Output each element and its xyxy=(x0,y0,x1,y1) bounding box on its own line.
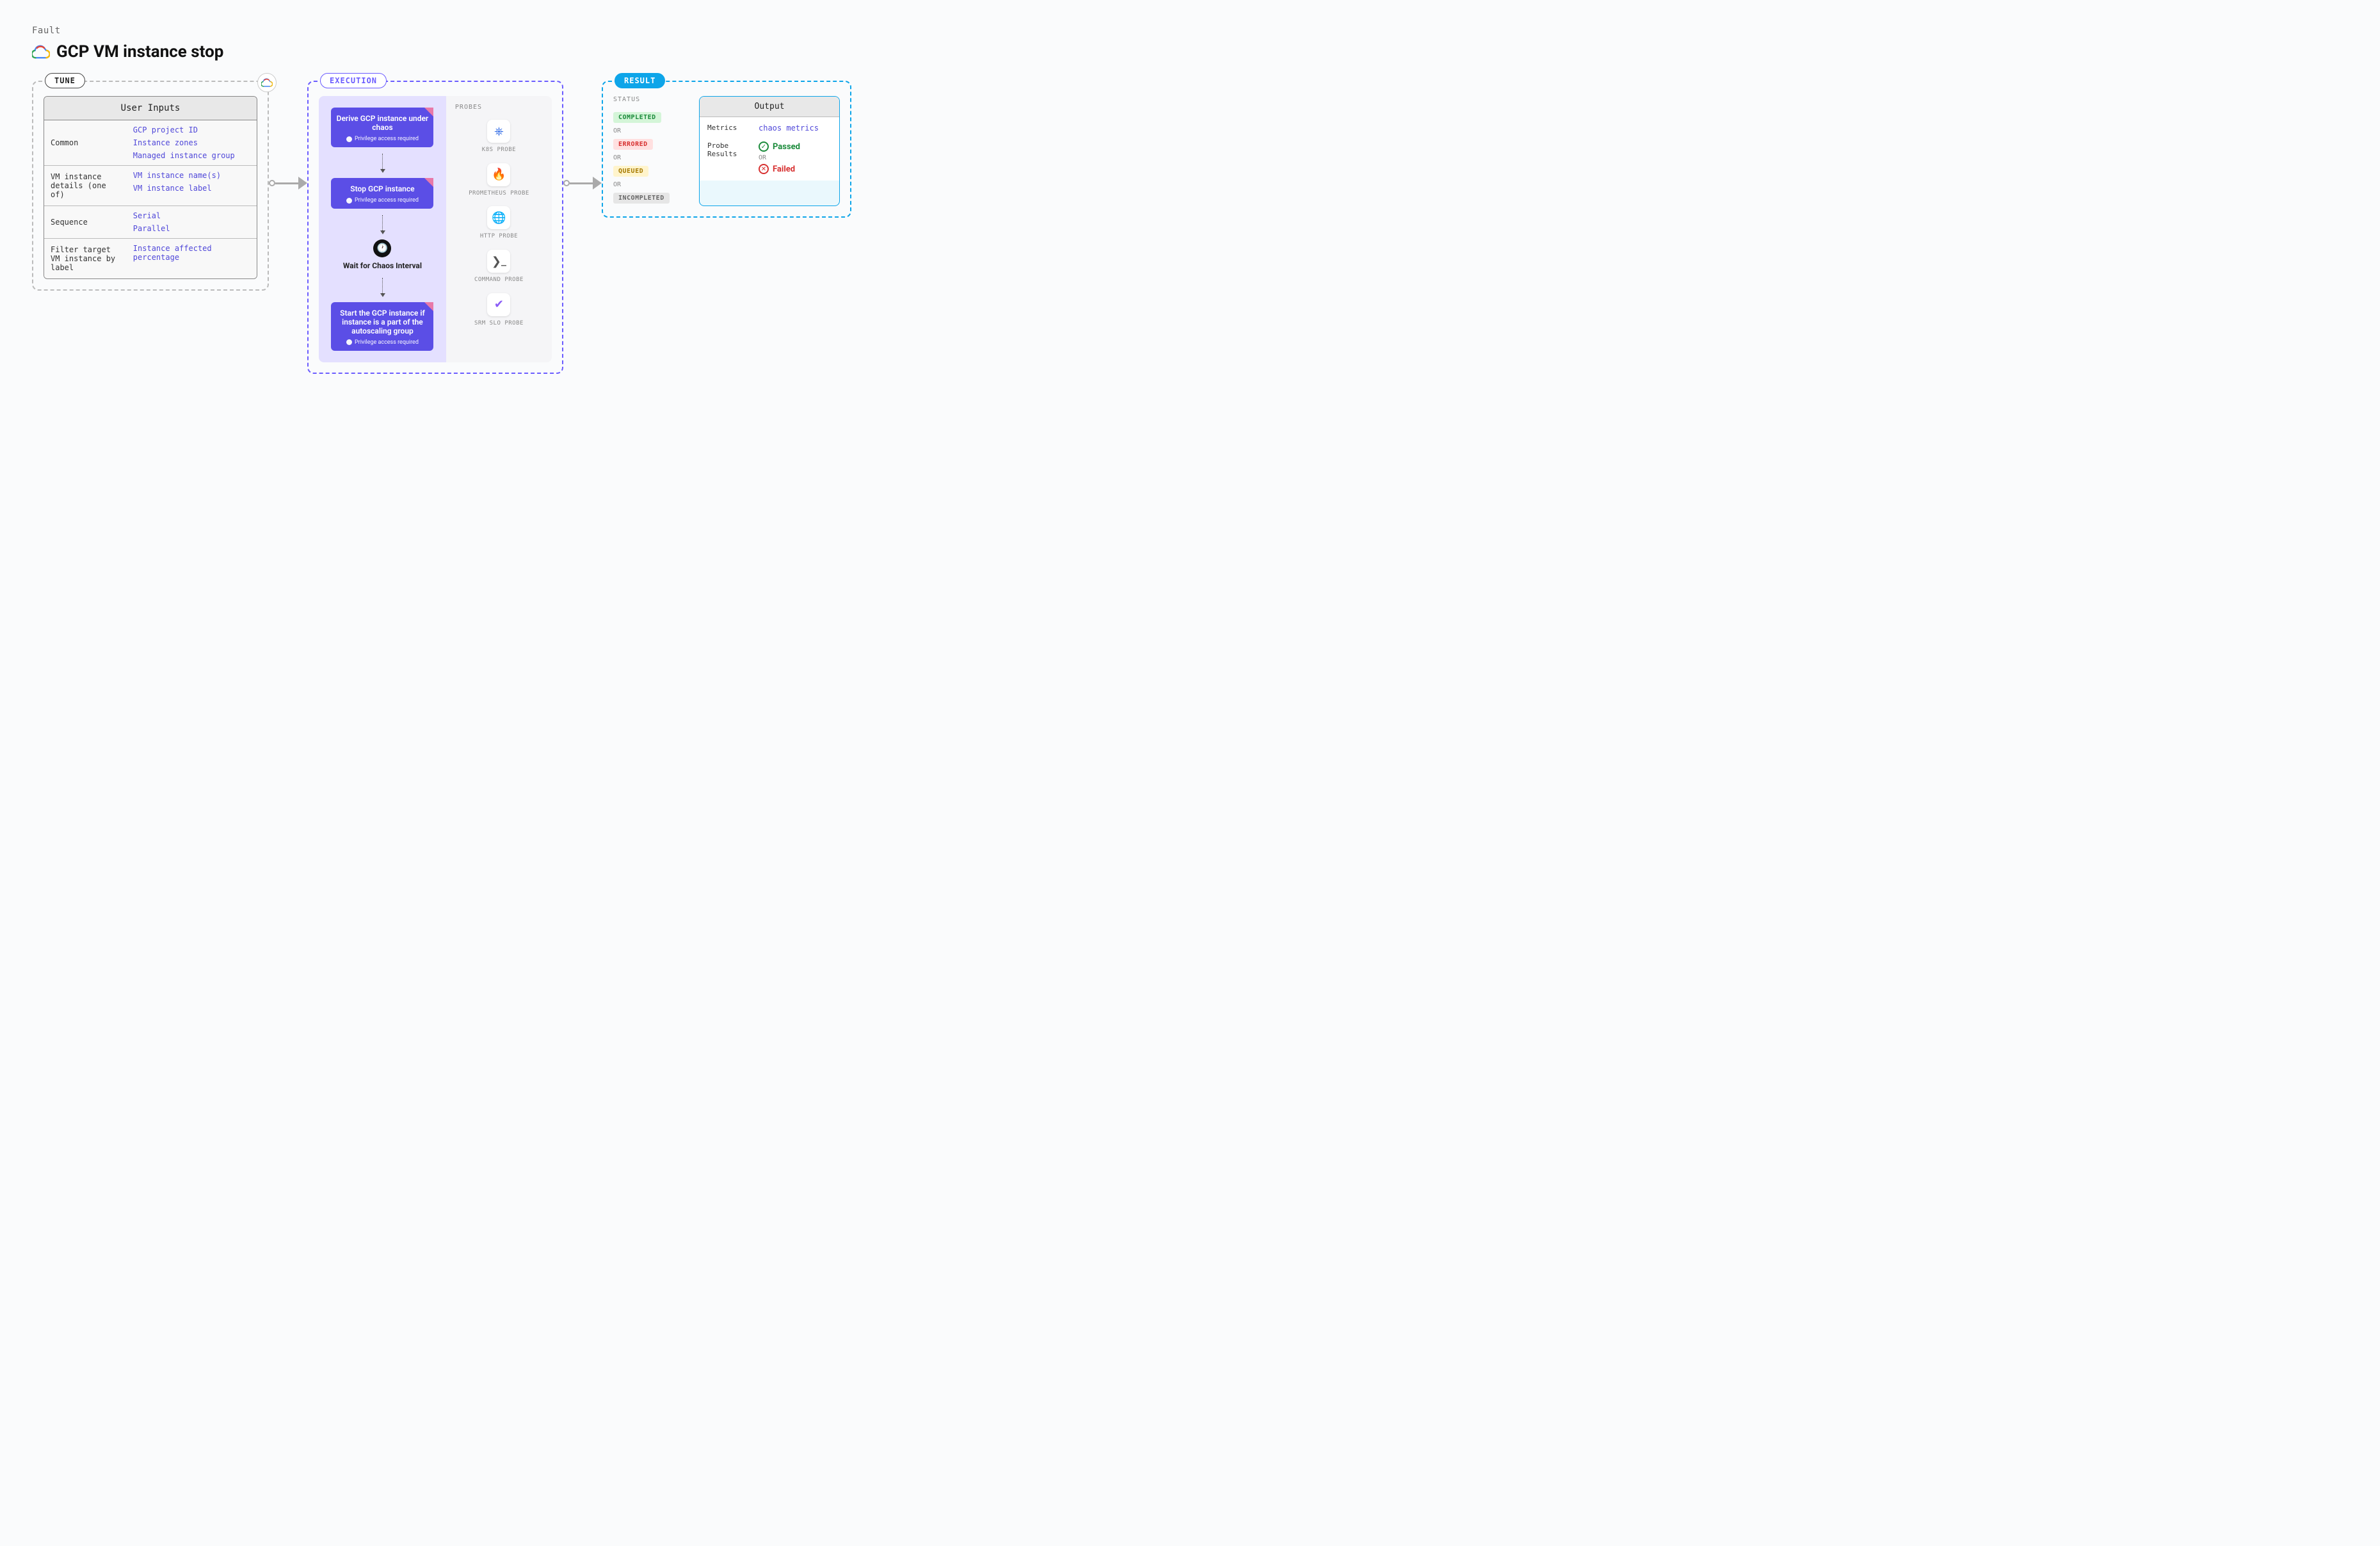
inputs-row: Sequence Serial Parallel xyxy=(44,206,257,239)
page-title: GCP VM instance stop xyxy=(56,42,223,61)
header: Fault GCP VM instance stop xyxy=(32,26,2348,61)
input-value: Instance zones xyxy=(133,138,253,147)
x-icon: ✕ xyxy=(759,164,769,174)
wait-block: 🕐 Wait for Chaos Interval xyxy=(343,239,422,271)
inputs-key: VM instance details (one of) xyxy=(44,166,129,205)
prom-icon: 🔥 xyxy=(487,163,510,186)
privilege-label: Privilege access required xyxy=(336,339,428,346)
privilege-label: Privilege access required xyxy=(336,197,428,204)
input-value: Serial xyxy=(133,211,253,220)
input-value: Managed instance group xyxy=(133,151,253,160)
down-arrow-icon xyxy=(382,215,383,233)
input-value: GCP project ID xyxy=(133,125,253,134)
tune-tab: TUNE xyxy=(45,73,85,88)
diagram-canvas: TUNE User Inputs CommonGCP project IDIns… xyxy=(32,81,2348,374)
wait-label: Wait for Chaos Interval xyxy=(343,261,422,271)
http-icon: 🌐 xyxy=(487,206,510,229)
input-value: Instance affected percentage xyxy=(133,244,253,262)
connector-arrow xyxy=(269,177,307,189)
down-arrow-icon xyxy=(382,154,383,172)
execution-step: Stop GCP instancePrivilege access requir… xyxy=(331,178,433,209)
inputs-values: Instance affected percentage xyxy=(129,239,257,278)
passed-result: ✓ Passed xyxy=(759,141,800,152)
tune-panel: TUNE User Inputs CommonGCP project IDIns… xyxy=(32,81,269,291)
probe-item: 🔥 PROMETHEUS PROBE xyxy=(469,163,529,198)
probe-label: SRM SLO PROBE xyxy=(474,320,524,328)
user-inputs-header: User Inputs xyxy=(44,97,257,120)
input-value: VM instance label xyxy=(133,184,253,193)
probe-label: PROMETHEUS PROBE xyxy=(469,190,529,198)
output-box: Output Metrics chaos metrics Probe Resul… xyxy=(699,96,840,206)
execution-steps: Derive GCP instance under chaosPrivilege… xyxy=(319,96,446,362)
inputs-row: Common GCP project ID Instance zones Manage… xyxy=(44,120,257,166)
or-label: OR xyxy=(613,154,690,161)
inputs-key: Common xyxy=(44,120,129,165)
input-value: Parallel xyxy=(133,224,253,233)
failed-result: ✕ Failed xyxy=(759,164,800,174)
status-badge: ERRORED xyxy=(613,139,653,150)
probes-label: PROBES xyxy=(455,104,482,111)
probe-label: K8S PROBE xyxy=(482,147,516,154)
inputs-row: Filter target VM instance by labelInstan… xyxy=(44,239,257,278)
or-label: OR xyxy=(613,127,690,134)
down-arrow-icon xyxy=(382,278,383,296)
result-tab: RESULT xyxy=(615,73,665,88)
input-value: VM instance name(s) xyxy=(133,171,253,180)
slo-icon: ✔ xyxy=(487,293,510,316)
output-header: Output xyxy=(700,97,839,117)
inputs-key: Filter target VM instance by label xyxy=(44,239,129,278)
execution-step: Derive GCP instance under chaosPrivilege… xyxy=(331,108,433,147)
probe-item: 🌐 HTTP PROBE xyxy=(480,206,518,241)
probe-item: ⎈ K8S PROBE xyxy=(482,120,516,154)
status-badge: COMPLETED xyxy=(613,112,661,123)
status-badge: INCOMPLETED xyxy=(613,193,670,204)
clock-icon: 🕐 xyxy=(373,239,391,257)
status-badge: QUEUED xyxy=(613,166,648,177)
probe-item: ❯_ COMMAND PROBE xyxy=(474,250,524,284)
execution-tab: EXECUTION xyxy=(320,73,387,88)
status-column: STATUS COMPLETED OR ERRORED OR QUEUED OR INCOM… xyxy=(613,96,690,206)
status-label: STATUS xyxy=(613,96,690,103)
probe-label: HTTP PROBE xyxy=(480,233,518,241)
metrics-value: chaos metrics xyxy=(759,124,832,133)
execution-panel: EXECUTION Derive GCP instance under chao… xyxy=(307,81,563,374)
probes-column: PROBES ⎈ K8S PROBE 🔥 PROMETHEUS PROBE 🌐 HTTP … xyxy=(446,96,552,362)
probe-results-key: Probe Results xyxy=(707,141,752,158)
inputs-values: VM instance name(s) VM instance label xyxy=(129,166,257,205)
user-inputs-table: User Inputs Common GCP project ID Instance… xyxy=(44,96,257,279)
inputs-key: Sequence xyxy=(44,206,129,238)
fault-label: Fault xyxy=(32,26,2348,36)
privilege-label: Privilege access required xyxy=(336,136,428,142)
execution-step: Start the GCP instance if instance is a … xyxy=(331,302,433,351)
inputs-values: Serial Parallel xyxy=(129,206,257,238)
check-icon: ✓ xyxy=(759,141,769,152)
k8s-icon: ⎈ xyxy=(487,120,510,143)
probe-item: ✔ SRM SLO PROBE xyxy=(474,293,524,328)
probe-label: COMMAND PROBE xyxy=(474,277,524,284)
result-panel: RESULT STATUS COMPLETEDORERROREDORQUEUED… xyxy=(602,81,851,218)
gcp-corner-icon xyxy=(257,73,277,92)
gcp-icon xyxy=(32,45,50,59)
or-label: OR xyxy=(759,154,800,161)
inputs-values: GCP project ID Instance zones Managed inst… xyxy=(129,120,257,165)
metrics-key: Metrics xyxy=(707,124,752,132)
inputs-row: VM instance details (one of)VM instance … xyxy=(44,166,257,206)
or-label: OR xyxy=(613,181,690,188)
connector-arrow xyxy=(563,177,602,189)
cmd-icon: ❯_ xyxy=(487,250,510,273)
